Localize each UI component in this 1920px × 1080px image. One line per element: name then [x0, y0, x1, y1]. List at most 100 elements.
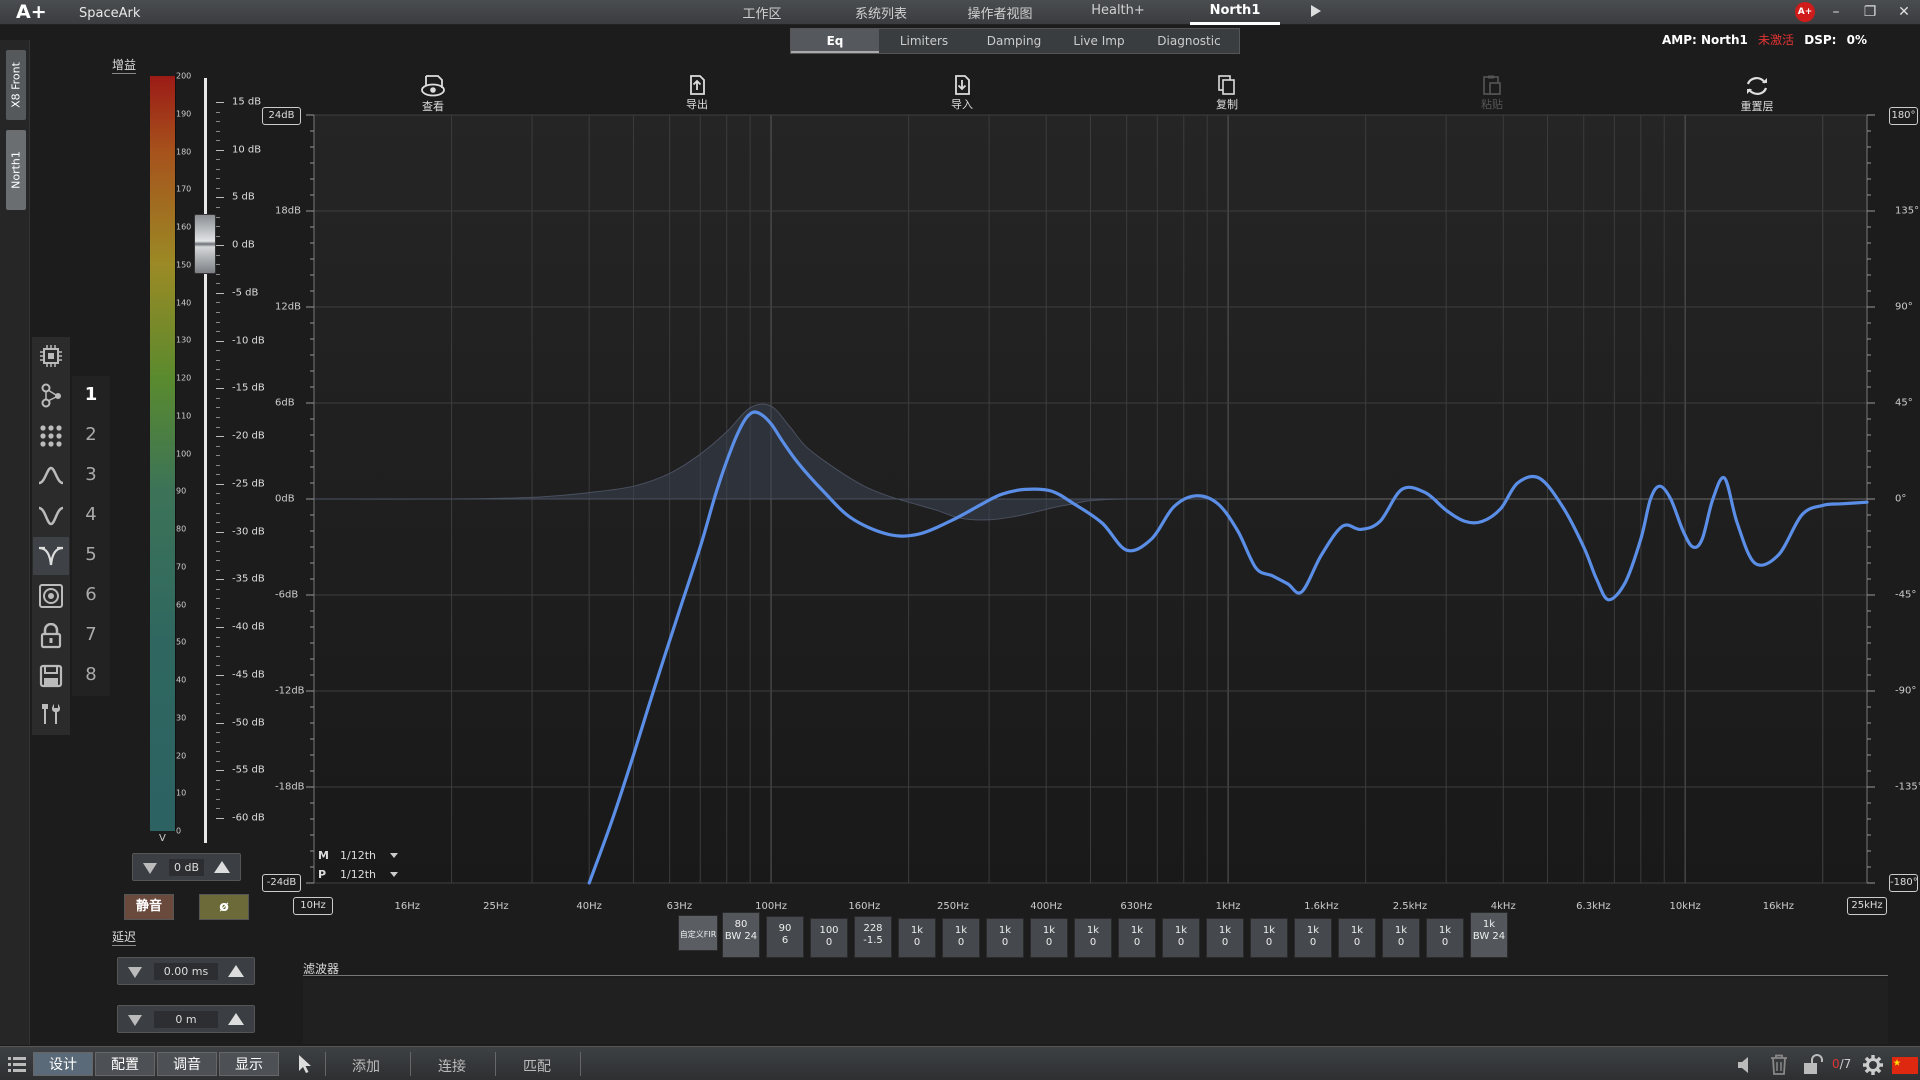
- band-frequency: 100: [819, 925, 839, 936]
- bottom-tab-config[interactable]: 配置: [95, 1052, 155, 1076]
- filter-band-button[interactable]: 1k 0: [1294, 918, 1332, 958]
- trash-icon[interactable]: [1770, 1054, 1788, 1075]
- separator: [410, 1052, 411, 1076]
- smoothing-selector: M 1/12th P 1/12th: [318, 846, 398, 884]
- gear-icon[interactable]: [1862, 1054, 1884, 1076]
- separator: [495, 1052, 496, 1076]
- band-frequency: 1k: [1086, 925, 1100, 936]
- band-gain: 0: [1397, 937, 1405, 948]
- band-frequency: 80: [734, 919, 748, 930]
- x-tick-label: 400Hz: [1030, 901, 1063, 912]
- band-frequency: 1k: [1218, 925, 1232, 936]
- x-tick-label: 1kHz: [1215, 901, 1241, 912]
- band-frequency: 自定义FIR: [679, 930, 717, 939]
- filter-band-button[interactable]: 1k 0: [1382, 918, 1420, 958]
- band-gain: 0: [1133, 937, 1141, 948]
- band-gain: 0: [1045, 937, 1053, 948]
- band-frequency: 1k: [1262, 925, 1276, 936]
- band-frequency: 1k: [1174, 925, 1188, 936]
- separator: [580, 1052, 581, 1076]
- y-tick-label: 18dB: [275, 205, 301, 217]
- phase-tick-label: -135°: [1895, 781, 1920, 793]
- band-gain: 0: [1309, 937, 1317, 948]
- x-tick-label: 63Hz: [666, 901, 693, 912]
- x-max-box[interactable]: 25kHz: [1847, 897, 1887, 915]
- band-frequency: 90: [778, 923, 792, 934]
- filter-band-button[interactable]: 90 6: [766, 916, 804, 958]
- filter-band-button[interactable]: 1k 0: [1074, 918, 1112, 958]
- phase-max-box[interactable]: 180°: [1889, 107, 1918, 125]
- filter-band-button[interactable]: 1k 0: [1206, 918, 1244, 958]
- phase-tick-label: 0°: [1895, 493, 1907, 505]
- connect-button[interactable]: 连接: [438, 1056, 466, 1076]
- filter-band-button[interactable]: 1k BW 24: [1470, 912, 1508, 958]
- speaker-volume-icon[interactable]: [1736, 1055, 1756, 1075]
- filter-band-button[interactable]: 1k 0: [1162, 918, 1200, 958]
- band-gain: 0: [1089, 937, 1097, 948]
- magnitude-smoothing[interactable]: M 1/12th: [318, 846, 398, 865]
- x-tick-label: 16Hz: [394, 901, 421, 912]
- filter-band-button[interactable]: 100 0: [810, 918, 848, 958]
- band-gain: 0: [825, 937, 833, 948]
- filter-band-button[interactable]: 228 -1.5: [854, 916, 892, 958]
- filter-divider: [303, 975, 1888, 976]
- y-tick-label: 6dB: [275, 397, 295, 409]
- y-tick-label: -6dB: [275, 589, 299, 601]
- band-frequency: 1k: [1482, 919, 1496, 930]
- pointer-icon[interactable]: [296, 1054, 314, 1074]
- x-tick-label: 10kHz: [1669, 901, 1701, 912]
- phase-tick-label: -45°: [1895, 589, 1917, 601]
- bottom-tab-display[interactable]: 显示: [219, 1052, 279, 1076]
- custom-fir-button[interactable]: 自定义FIR: [678, 915, 718, 951]
- phase-min-box[interactable]: -180°: [1889, 874, 1918, 892]
- x-tick-label: 160Hz: [848, 901, 881, 912]
- band-frequency: 1k: [1350, 925, 1364, 936]
- band-gain: 0: [1221, 937, 1229, 948]
- filter-band-button[interactable]: 1k 0: [986, 918, 1024, 958]
- add-button[interactable]: 添加: [352, 1056, 380, 1076]
- y-tick-label: -18dB: [275, 781, 305, 793]
- band-gain: 0: [1001, 937, 1009, 948]
- x-tick-label: 250Hz: [936, 901, 969, 912]
- filter-band-button[interactable]: 1k 0: [942, 918, 980, 958]
- filter-band-button[interactable]: 1k 0: [1250, 918, 1288, 958]
- band-gain: BW 24: [724, 931, 758, 942]
- filter-band-button[interactable]: 1k 0: [898, 918, 936, 958]
- y-tick-label: 12dB: [275, 301, 301, 313]
- band-frequency: 228: [863, 923, 883, 934]
- filter-band-button[interactable]: 1k 0: [1338, 918, 1376, 958]
- band-frequency: 1k: [1130, 925, 1144, 936]
- chevron-down-icon: [390, 872, 398, 877]
- match-button[interactable]: 匹配: [523, 1056, 551, 1076]
- x-tick-label: 2.5kHz: [1392, 901, 1428, 912]
- bottom-tab-tuning[interactable]: 调音: [157, 1052, 217, 1076]
- x-tick-label: 6.3kHz: [1576, 901, 1611, 912]
- list-icon[interactable]: [8, 1055, 26, 1075]
- phase-tick-label: -90°: [1895, 685, 1917, 697]
- x-tick-label: 40Hz: [576, 901, 602, 912]
- bottom-tab-design[interactable]: 设计: [33, 1052, 93, 1076]
- band-frequency: 1k: [1394, 925, 1408, 936]
- y-min-box[interactable]: -24dB: [262, 874, 301, 892]
- band-frequency: 1k: [1438, 925, 1452, 936]
- unlock-icon[interactable]: [1803, 1054, 1823, 1075]
- filter-band-button[interactable]: 1k 0: [1030, 918, 1068, 958]
- band-gain: 0: [1441, 937, 1449, 948]
- filter-band-button[interactable]: 80 BW 24: [722, 912, 760, 958]
- x-tick-label: 4kHz: [1490, 901, 1516, 912]
- app-window: A+ SpaceArk 工作区 系统列表 操作者视图 Health+ North…: [0, 0, 1920, 1080]
- band-gain: 0: [1177, 937, 1185, 948]
- language-flag-icon[interactable]: [1892, 1057, 1918, 1074]
- phase-tick-label: 90°: [1895, 301, 1913, 313]
- phase-tick-label: 135°: [1895, 205, 1920, 217]
- band-gain: 6: [781, 935, 789, 946]
- filter-band-button[interactable]: 1k 0: [1118, 918, 1156, 958]
- band-frequency: 1k: [998, 925, 1012, 936]
- filter-band-button[interactable]: 1k 0: [1426, 918, 1464, 958]
- phase-smoothing[interactable]: P 1/12th: [318, 865, 398, 884]
- band-gain: 0: [957, 937, 965, 948]
- y-max-box[interactable]: 24dB: [262, 107, 301, 125]
- x-min-box[interactable]: 10Hz: [293, 897, 333, 915]
- x-tick-label: 25Hz: [483, 901, 509, 912]
- band-gain: 0: [1353, 937, 1361, 948]
